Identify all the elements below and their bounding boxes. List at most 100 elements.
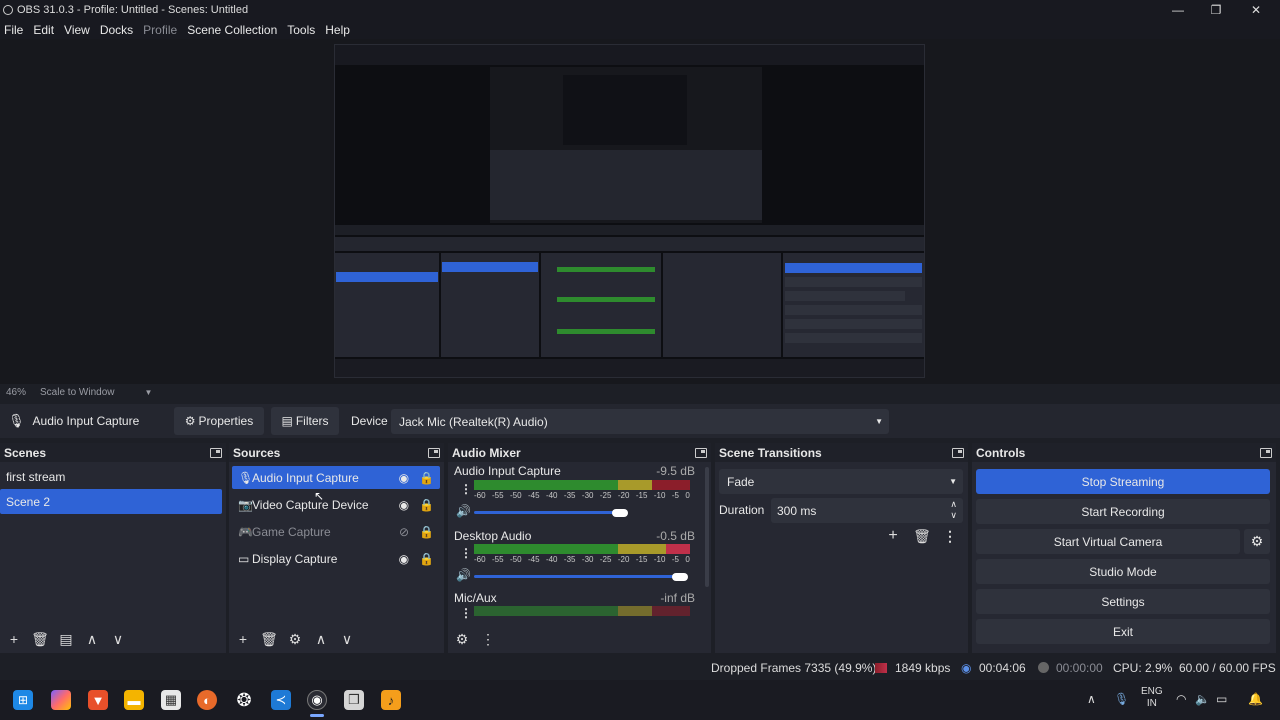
store-icon[interactable]: ▦ <box>161 690 181 710</box>
speaker-icon[interactable]: 🔊 <box>456 504 471 518</box>
eye-icon[interactable]: ◉ <box>399 471 409 485</box>
menu-view[interactable]: View <box>60 23 96 37</box>
source-item[interactable]: 📷 Video Capture Device ◉ 🔒 <box>232 493 440 516</box>
menu-tools[interactable]: Tools <box>283 23 321 37</box>
volume-slider[interactable] <box>474 575 674 578</box>
gear-icon[interactable]: ⚙ <box>452 629 472 649</box>
sources-toolbar: + 🗑 ⚙ ∧ ∨ <box>233 629 357 649</box>
volume-tray-icon[interactable]: 🔈 <box>1195 692 1210 706</box>
audio-mixer-title: Audio Mixer <box>452 445 521 460</box>
duration-stepper[interactable]: 300 ms ∧ ∨ <box>771 498 963 523</box>
volume-slider-handle[interactable] <box>612 509 628 517</box>
scale-dropdown-icon[interactable]: ▼ <box>145 388 153 397</box>
mixer-scrollbar[interactable] <box>705 467 709 587</box>
device-value: Jack Mic (Realtek(R) Audio) <box>399 414 548 429</box>
gear-icon[interactable]: ⚙ <box>285 629 305 649</box>
settings-button[interactable]: Settings <box>976 589 1270 614</box>
move-up-icon[interactable]: ∧ <box>82 629 102 649</box>
eye-icon[interactable]: ◉ <box>399 552 409 566</box>
move-down-icon[interactable]: ∨ <box>337 629 357 649</box>
firefox-icon[interactable]: ◐ <box>197 690 217 710</box>
undock-icon[interactable] <box>952 447 964 458</box>
microphone-tray-icon[interactable]: 🎙 <box>1114 692 1129 706</box>
more-vertical-icon[interactable]: ⋮ <box>478 629 498 649</box>
lock-icon[interactable]: 🔒 <box>419 552 434 566</box>
trash-icon[interactable]: 🗑 <box>30 629 50 649</box>
add-icon[interactable]: + <box>883 526 903 546</box>
volume-slider[interactable] <box>474 511 614 514</box>
transition-select[interactable]: Fade ▼ <box>719 469 963 494</box>
more-vertical-icon[interactable]: ⋮ <box>460 606 472 620</box>
menu-scene-collection[interactable]: Scene Collection <box>183 23 283 37</box>
language-indicator[interactable]: ENG IN <box>1141 686 1163 710</box>
file-explorer-icon[interactable]: ▬ <box>124 690 144 710</box>
undock-icon[interactable] <box>428 447 440 458</box>
lock-icon[interactable]: 🔒 <box>419 471 434 485</box>
add-icon[interactable]: + <box>233 629 253 649</box>
scale-mode-select[interactable]: Scale to Window <box>40 387 114 398</box>
menu-profile[interactable]: Profile <box>139 23 183 37</box>
windows-start-icon[interactable]: ⊞ <box>13 690 33 710</box>
undock-icon[interactable] <box>695 447 707 458</box>
minimize-button[interactable]: — <box>1158 0 1198 20</box>
source-item-selected[interactable]: 🎙 Audio Input Capture ◉ 🔒 <box>232 466 440 489</box>
studio-mode-button[interactable]: Studio Mode <box>976 559 1270 584</box>
scene-item-selected[interactable]: Scene 2 <box>0 489 222 514</box>
audio-mixer-header: Audio Mixer <box>448 443 711 462</box>
obs-taskbar-icon[interactable]: ◉ <box>307 690 327 710</box>
add-icon[interactable]: + <box>4 629 24 649</box>
volume-slider-handle[interactable] <box>672 573 688 581</box>
copilot-icon[interactable] <box>51 690 71 710</box>
duration-label: Duration <box>719 503 765 517</box>
maximize-button[interactable]: ❐ <box>1196 0 1236 20</box>
chatgpt-icon[interactable]: ❂ <box>234 690 254 710</box>
menu-file[interactable]: File <box>0 23 29 37</box>
menu-docks[interactable]: Docks <box>96 23 139 37</box>
preview-canvas[interactable] <box>334 44 925 378</box>
speaker-icon[interactable]: 🔊 <box>456 568 471 582</box>
active-app-indicator <box>310 714 324 717</box>
stepper-arrows-icon[interactable]: ∧ ∨ <box>950 499 957 521</box>
start-recording-button[interactable]: Start Recording <box>976 499 1270 524</box>
undock-icon[interactable] <box>210 447 222 458</box>
battery-icon[interactable]: ▭ <box>1216 692 1227 706</box>
more-vertical-icon[interactable]: ⋮ <box>460 546 472 560</box>
lock-icon[interactable]: 🔒 <box>419 498 434 512</box>
sources-header: Sources <box>229 443 444 462</box>
eye-icon[interactable]: ◉ <box>399 498 409 512</box>
vscode-icon[interactable]: ≺ <box>271 690 291 710</box>
menu-help[interactable]: Help <box>321 23 356 37</box>
trash-icon[interactable]: 🗑 <box>259 629 279 649</box>
move-down-icon[interactable]: ∨ <box>108 629 128 649</box>
device-select[interactable]: Jack Mic (Realtek(R) Audio) ▼ <box>391 409 889 434</box>
trash-icon[interactable]: 🗑 <box>912 526 932 546</box>
more-vertical-icon[interactable]: ⋮ <box>940 526 960 546</box>
more-vertical-icon[interactable]: ⋮ <box>460 482 472 496</box>
scene-item[interactable]: first stream <box>0 464 222 489</box>
lock-icon[interactable]: 🔒 <box>419 525 434 539</box>
notification-bell-icon[interactable]: 🔔 <box>1248 692 1263 706</box>
wifi-icon[interactable]: ◠ <box>1176 692 1186 706</box>
close-button[interactable]: ✕ <box>1236 0 1276 20</box>
menu-edit[interactable]: Edit <box>29 23 60 37</box>
exit-button[interactable]: Exit <box>976 619 1270 644</box>
start-virtual-camera-button[interactable]: Start Virtual Camera <box>976 529 1240 554</box>
properties-button[interactable]: ⚙ Properties <box>174 407 264 435</box>
move-up-icon[interactable]: ∧ <box>311 629 331 649</box>
virtualbox-icon[interactable]: ❒ <box>344 690 364 710</box>
brave-browser-icon[interactable]: ▼ <box>88 690 108 710</box>
source-item[interactable]: ▭ Display Capture ◉ 🔒 <box>232 547 440 570</box>
virtual-camera-settings-button[interactable]: ⚙ <box>1244 529 1270 554</box>
cpu-usage: CPU: 2.9% <box>1113 661 1173 675</box>
scene-filter-icon[interactable]: ▤ <box>56 629 76 649</box>
filters-button[interactable]: ▤ Filters <box>271 407 339 435</box>
source-item[interactable]: 🎮 Game Capture ⊘ 🔒 <box>232 520 440 543</box>
meter-scale: -60 -55 -50 -45 -40 -35 -30 -25 -20 -15 -10 -5 0 <box>474 555 690 564</box>
source-label: Game Capture <box>252 524 331 539</box>
fl-studio-icon[interactable]: ♪ <box>381 690 401 710</box>
stop-streaming-button[interactable]: Stop Streaming <box>976 469 1270 494</box>
eye-hidden-icon[interactable]: ⊘ <box>399 525 409 539</box>
undock-icon[interactable] <box>1260 447 1272 458</box>
chevron-up-icon[interactable]: ∧ <box>1087 692 1096 706</box>
volume-meter <box>474 544 690 554</box>
